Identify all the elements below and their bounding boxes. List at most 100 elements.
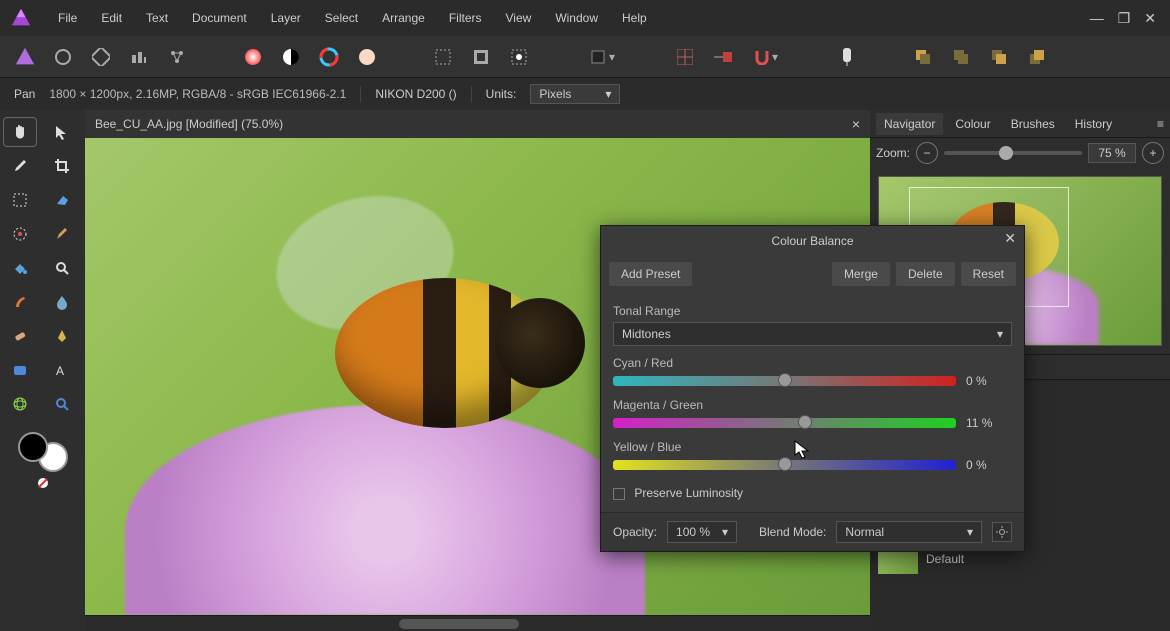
horizontal-scrollbar[interactable] [85,615,870,631]
menu-view[interactable]: View [494,7,544,29]
tool-mesh[interactable] [4,390,36,418]
colour-swatch[interactable] [18,432,68,472]
slider-label-1: Magenta / Green [613,398,1012,412]
dialog-titlebar[interactable]: Colour Balance ✕ [601,226,1024,256]
soft-proof-icon[interactable] [352,42,382,72]
delete-button[interactable]: Delete [896,262,955,286]
units-dropdown[interactable]: Pixels▾ [530,84,620,104]
tool-hand[interactable] [4,118,36,146]
quick-mask-icon[interactable] [504,42,534,72]
menu-help[interactable]: Help [610,7,659,29]
slider-thumb-2[interactable] [778,457,792,471]
arrange-front-icon[interactable] [984,42,1014,72]
menu-text[interactable]: Text [134,7,180,29]
menu-arrange[interactable]: Arrange [370,7,437,29]
zoom-value[interactable]: 75 % [1088,143,1136,163]
tool-fill[interactable] [4,254,36,282]
persona-develop-icon[interactable] [86,42,116,72]
menu-layer[interactable]: Layer [259,7,313,29]
tool-heal[interactable] [4,322,36,350]
marquee-invert-icon[interactable] [466,42,496,72]
persona-photo-icon[interactable] [10,42,40,72]
persona-liquify-icon[interactable] [48,42,78,72]
tool-blur[interactable] [46,288,78,316]
tool-selection-brush[interactable] [4,220,36,248]
tool-zoom[interactable] [46,390,78,418]
swatch-none-icon[interactable] [36,476,50,490]
hsl-adjust-icon[interactable] [314,42,344,72]
window-minimize-icon[interactable]: — [1090,10,1104,26]
swatch-foreground[interactable] [18,432,48,462]
tool-smudge[interactable] [4,288,36,316]
slider-track-0[interactable] [613,376,956,386]
bw-adjust-icon[interactable] [276,42,306,72]
opacity-dropdown[interactable]: 100 %▾ [667,521,737,543]
grid-snap-icon[interactable] [670,42,700,72]
zoom-in-icon[interactable]: + [1142,142,1164,164]
menu-file[interactable]: File [46,7,89,29]
preserve-luminosity-label: Preserve Luminosity [634,486,743,500]
tool-marquee[interactable] [4,186,36,214]
slider-value-0[interactable]: 0 % [966,374,1012,388]
preserve-luminosity-checkbox[interactable] [613,488,625,500]
tool-dodge[interactable] [46,254,78,282]
blend-mode-dropdown[interactable]: Normal▾ [836,521,982,543]
window-close-icon[interactable]: ✕ [1144,10,1156,27]
document-tab-label: Bee_CU_AA.jpg [Modified] (75.0%) [95,117,283,131]
arrange-top-icon[interactable] [1022,42,1052,72]
slider-value-1[interactable]: 11 % [966,416,1012,430]
reset-button[interactable]: Reset [961,262,1016,286]
assistant-icon[interactable] [832,42,862,72]
document-info: 1800 × 1200px, 2.16MP, RGBA/8 - sRGB IEC… [49,87,346,101]
menu-edit[interactable]: Edit [89,7,134,29]
merge-button[interactable]: Merge [832,262,890,286]
camera-device: NIKON D200 () [375,87,456,101]
menu-window[interactable]: Window [543,7,610,29]
panel-tab-brushes[interactable]: Brushes [1003,113,1063,135]
units-label: Units: [486,87,517,101]
tool-move[interactable] [46,118,78,146]
dialog-close-icon[interactable]: ✕ [1004,230,1016,247]
panel-menu-icon[interactable]: ≡ [1157,117,1164,131]
menu-filters[interactable]: Filters [437,7,494,29]
tool-flood-select[interactable] [46,186,78,214]
add-preset-button[interactable]: Add Preset [609,262,692,286]
tonal-range-dropdown[interactable]: Midtones▾ [613,322,1012,346]
zoom-out-icon[interactable]: − [916,142,938,164]
tool-rectangle[interactable] [4,356,36,384]
slider-value-2[interactable]: 0 % [966,458,1012,472]
tools-panel: A [0,110,85,631]
chevron-down-icon: ▾ [997,327,1003,341]
zoom-slider[interactable] [944,151,1082,155]
window-restore-icon[interactable]: ❐ [1118,10,1131,27]
fill-mode-icon[interactable]: ▾ [580,42,624,72]
panel-tab-history[interactable]: History [1067,113,1120,135]
slider-track-2[interactable] [613,460,956,470]
dialog-settings-icon[interactable] [992,522,1012,542]
tool-crop[interactable] [46,152,78,180]
document-tab-close-icon[interactable]: × [852,116,860,132]
slider-thumb-0[interactable] [778,373,792,387]
tool-eyedropper[interactable] [4,152,36,180]
layer-name: Default [926,552,964,566]
slider-thumb-1[interactable] [798,415,812,429]
menu-select[interactable]: Select [313,7,370,29]
marquee-select-icon[interactable] [428,42,458,72]
arrange-mid-icon[interactable] [946,42,976,72]
colour-wheel-icon[interactable] [238,42,268,72]
document-tab[interactable]: Bee_CU_AA.jpg [Modified] (75.0%) × [85,110,870,138]
menu-document[interactable]: Document [180,7,259,29]
snap-toggle-icon[interactable] [708,42,738,72]
tool-paintbrush[interactable] [46,220,78,248]
magnet-snap-icon[interactable]: ▾ [746,42,786,72]
tool-text[interactable]: A [46,356,78,384]
slider-track-1[interactable] [613,418,956,428]
context-bar: Pan 1800 × 1200px, 2.16MP, RGBA/8 - sRGB… [0,78,1170,110]
persona-tone-icon[interactable] [124,42,154,72]
tool-pen[interactable] [46,322,78,350]
panel-tab-navigator[interactable]: Navigator [876,113,943,135]
arrange-back-icon[interactable] [908,42,938,72]
tonal-range-label: Tonal Range [613,304,1012,318]
panel-tab-colour[interactable]: Colour [947,113,998,135]
persona-export-icon[interactable] [162,42,192,72]
